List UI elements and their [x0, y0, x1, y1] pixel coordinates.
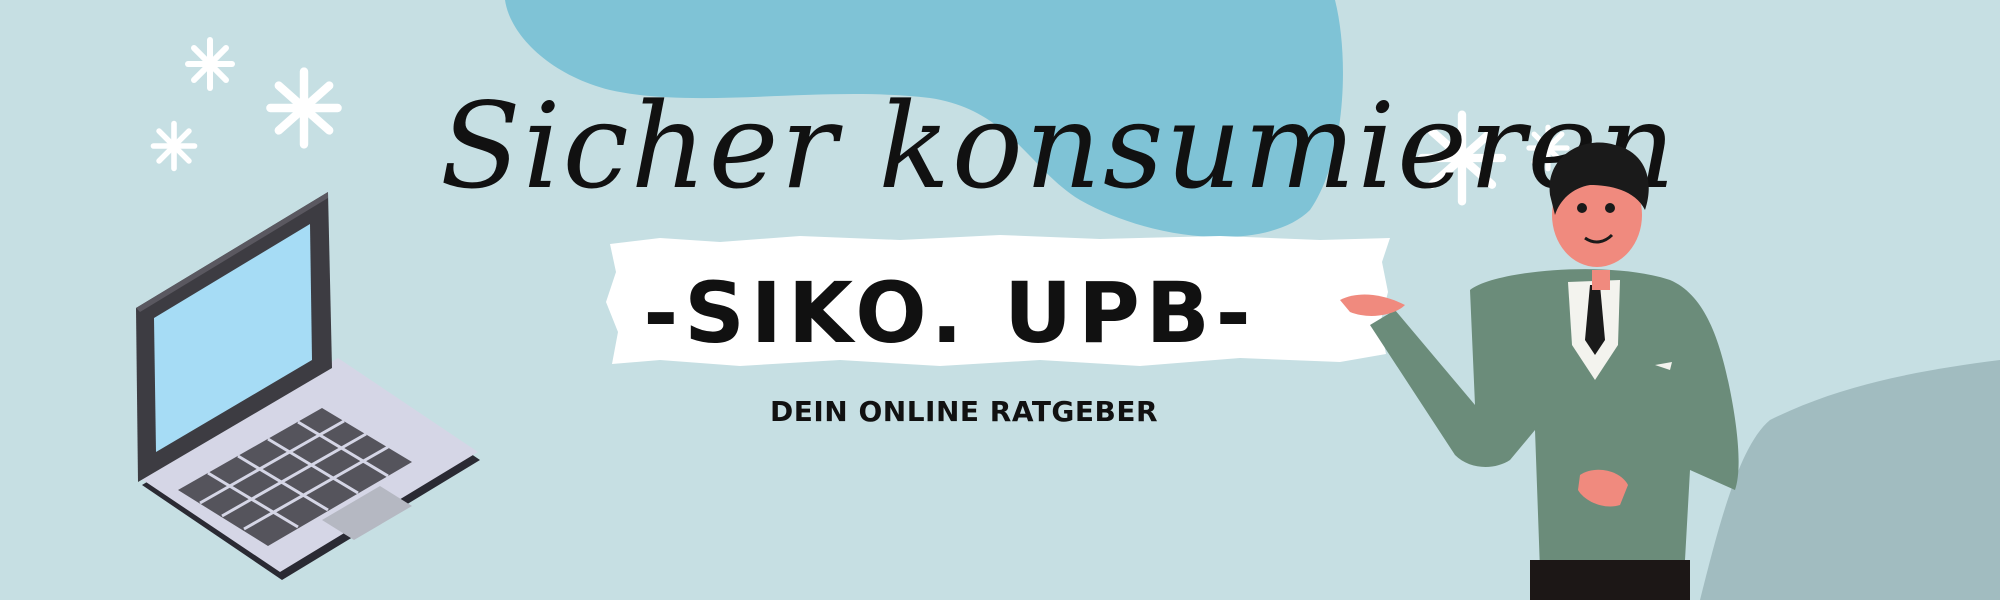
- laptop-illustration: [136, 192, 480, 580]
- subtitle: DEIN ONLINE RATGEBER: [770, 395, 1159, 428]
- presenter-illustration: [1340, 142, 1739, 600]
- script-title: Sicher konsumieren: [440, 77, 1678, 215]
- main-title: -SIKO. UPB-: [643, 264, 1257, 362]
- sparkle-icon: [150, 120, 198, 172]
- sparkle-icon: [185, 37, 235, 91]
- sparkle-icon: [266, 67, 342, 149]
- banner: Sicher konsumieren -SIKO. UPB- DEIN ONLI…: [0, 0, 2000, 600]
